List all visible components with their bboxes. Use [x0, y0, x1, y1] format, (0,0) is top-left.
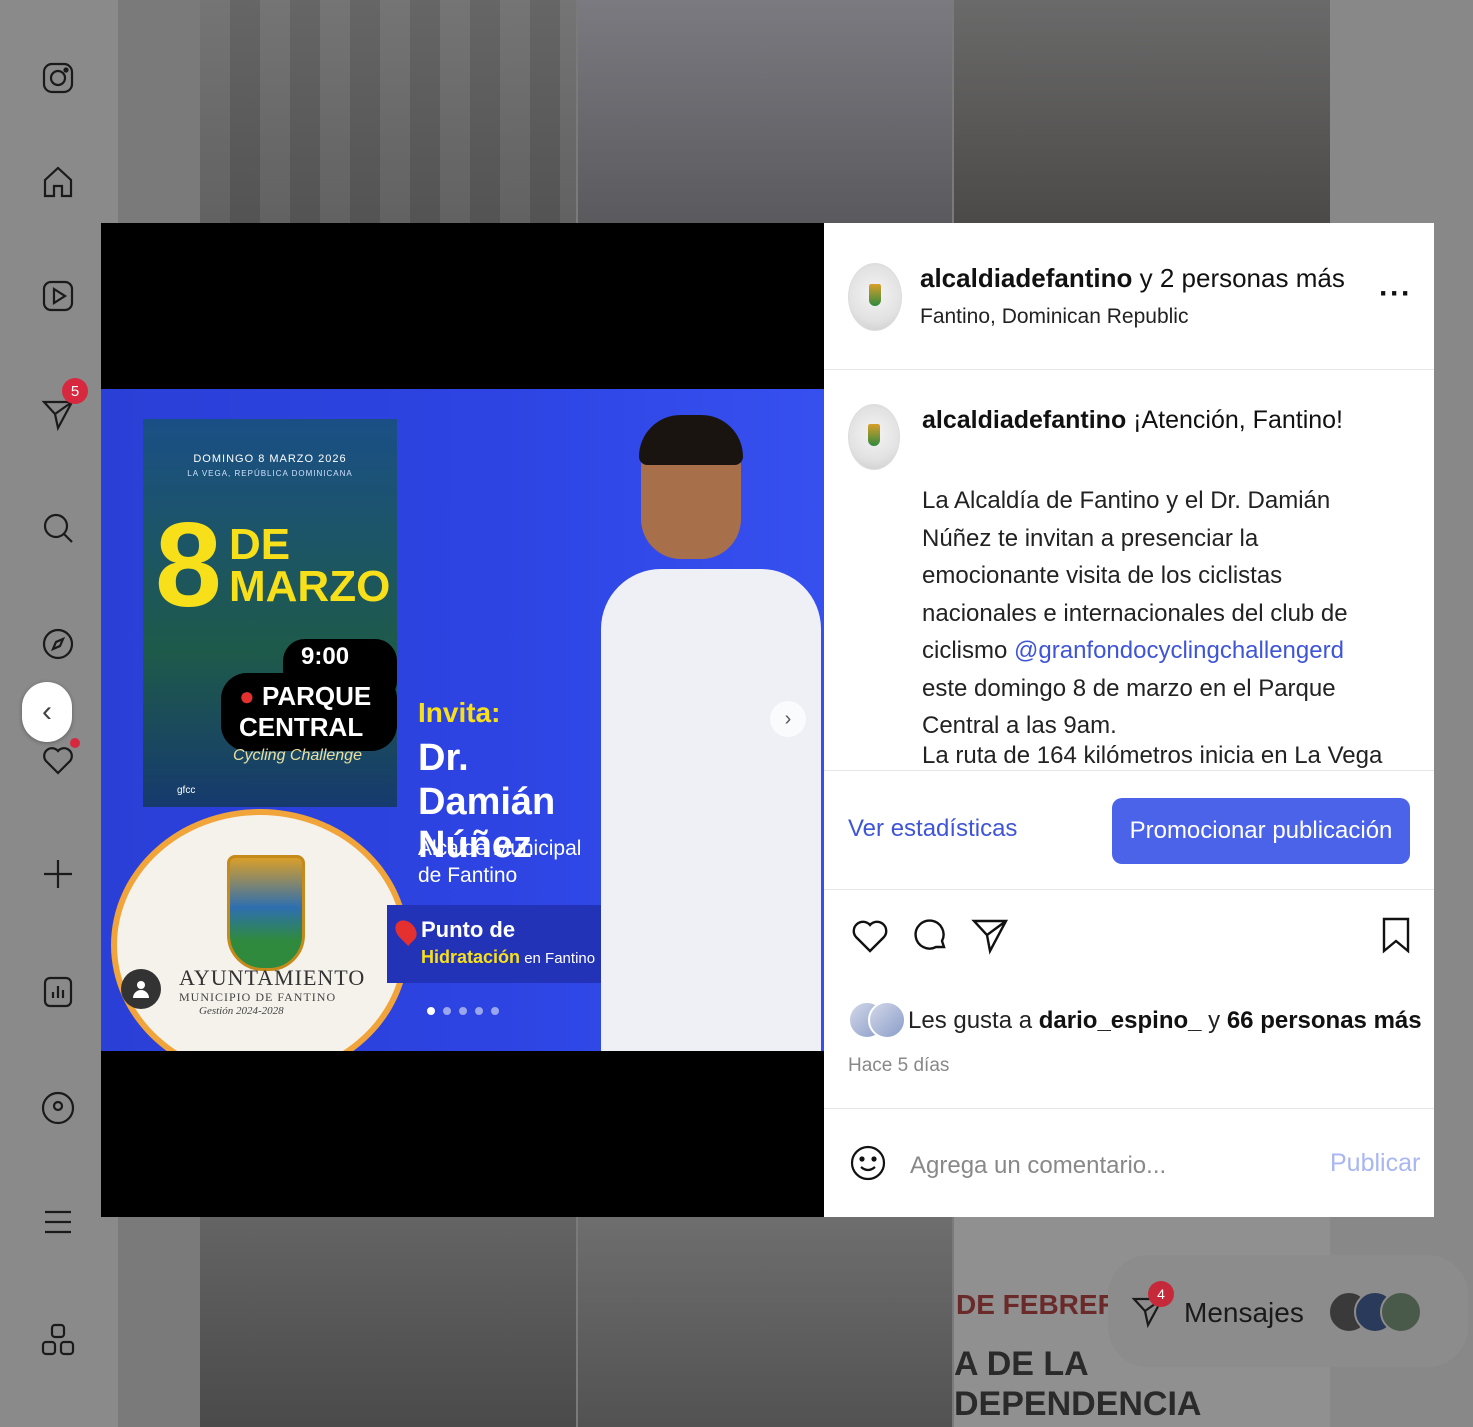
- profile-icon[interactable]: [36, 1086, 80, 1130]
- tile-text: A DE LA: [954, 1345, 1089, 1383]
- caption-body-2: La ruta de 164 kilómetros inicia en La V…: [922, 742, 1383, 769]
- grid-tile[interactable]: [200, 0, 576, 223]
- previous-post-button[interactable]: ‹: [22, 682, 72, 742]
- hydration-point: Punto de Hidratación en Fantino: [387, 905, 607, 983]
- pin-icon: [391, 916, 421, 946]
- grid-tile[interactable]: [954, 0, 1330, 223]
- menu-icon[interactable]: [36, 1200, 80, 1244]
- create-icon[interactable]: [36, 852, 80, 896]
- caption-headline-text: ¡Atención, Fantino!: [1126, 406, 1344, 434]
- poster-location-line: LA VEGA, REPÚBLICA DOMINICANA: [187, 469, 353, 478]
- explore-icon[interactable]: [36, 622, 80, 666]
- post-details-panel: alcaldiadefantino y 2 personas más Fanti…: [824, 223, 1434, 1217]
- carousel-dot: [459, 1007, 467, 1015]
- mention-link[interactable]: @granfondocyclingchallengerd: [1014, 637, 1344, 664]
- collab-suffix: y 2 personas más: [1132, 263, 1345, 293]
- owner-actions: Ver estadísticas Promocionar publicación: [824, 770, 1434, 890]
- promote-post-button[interactable]: Promocionar publicación: [1112, 798, 1410, 864]
- user-icon: [133, 981, 149, 998]
- comment-box: Publicar: [824, 1108, 1434, 1218]
- search-icon[interactable]: [36, 506, 80, 550]
- reels-icon[interactable]: [36, 274, 80, 318]
- caption-username[interactable]: alcaldiadefantino: [922, 406, 1126, 434]
- poster-footer: gfcc: [177, 785, 196, 796]
- likes-others-link[interactable]: 66 personas más: [1227, 1007, 1422, 1034]
- bookmark-icon[interactable]: [1374, 913, 1418, 957]
- chevron-right-icon: ›: [784, 707, 792, 730]
- messages-pill[interactable]: 4 Mensajes: [1108, 1255, 1468, 1367]
- carousel-dot: [443, 1007, 451, 1015]
- likes-text: Les gusta a dario_espino_ y 66 personas …: [908, 1007, 1422, 1035]
- caption-text: este domingo 8 de marzo en el Parque Cen…: [922, 674, 1336, 740]
- caption-body: La Alcaldía de Fantino y el Dr. Damián N…: [922, 482, 1392, 745]
- emoji-icon[interactable]: [848, 1143, 888, 1183]
- messages-badge: 5: [62, 378, 88, 404]
- event-poster: DOMINGO 8 MARZO 2026 LA VEGA, REPÚBLICA …: [143, 419, 397, 807]
- hydration-line-1: Punto de: [421, 917, 516, 942]
- comment-icon[interactable]: [908, 913, 952, 957]
- post-media: DOMINGO 8 MARZO 2026 LA VEGA, REPÚBLICA …: [101, 223, 824, 1217]
- avatar[interactable]: [848, 404, 900, 470]
- poster-challenge: Cycling Challenge: [233, 747, 362, 764]
- caption-headline: alcaldiadefantino ¡Atención, Fantino!: [922, 406, 1412, 435]
- post-actions: [824, 913, 1434, 973]
- more-icon[interactable]: [36, 1318, 80, 1362]
- avatar[interactable]: [848, 263, 902, 331]
- grid-tile[interactable]: [200, 1217, 576, 1427]
- likes-middle: y: [1201, 1007, 1227, 1034]
- post-author[interactable]: alcaldiadefantino y 2 personas más: [920, 263, 1345, 294]
- poster-day: 8: [155, 498, 222, 632]
- tagged-users-button[interactable]: [121, 969, 161, 1009]
- carousel-dot: [475, 1007, 483, 1015]
- messages-pill-badge: 4: [1148, 1281, 1174, 1307]
- poster-de: DE: [229, 520, 291, 569]
- invita-label: Invita:: [418, 697, 501, 728]
- home-icon[interactable]: [36, 160, 80, 204]
- chevron-left-icon: ‹: [42, 695, 52, 728]
- mayor-role: Alcalde Municipal de Fantino: [418, 837, 582, 888]
- author-username[interactable]: alcaldiadefantino: [920, 263, 1132, 293]
- avatar: [1380, 1291, 1422, 1333]
- view-insights-link[interactable]: Ver estadísticas: [848, 815, 1017, 843]
- publish-comment-button[interactable]: Publicar: [1330, 1149, 1420, 1178]
- grid-tile[interactable]: [578, 0, 952, 223]
- hydration-word: Hidratación: [421, 947, 521, 967]
- likes-user-link[interactable]: dario_espino_: [1039, 1007, 1202, 1034]
- post-image: DOMINGO 8 MARZO 2026 LA VEGA, REPÚBLICA …: [101, 389, 824, 1051]
- grid-tile[interactable]: [578, 1217, 952, 1427]
- crest-line-1: AYUNTAMIENTO: [179, 965, 366, 990]
- poster-place-label: PARQUE CENTRAL: [239, 681, 372, 742]
- post-caption: alcaldiadefantino ¡Atención, Fantino! La…: [824, 370, 1434, 770]
- more-options-button[interactable]: ···: [1379, 277, 1412, 311]
- crest-line-2: MUNICIPIO DE FANTINO: [179, 990, 337, 1004]
- carousel-dot: [491, 1007, 499, 1015]
- poster-month: MARZO: [229, 562, 391, 611]
- hydration-line-2: Hidratación en Fantino: [421, 947, 595, 968]
- carousel-next-button[interactable]: ›: [770, 701, 806, 737]
- avatar[interactable]: [868, 1001, 906, 1039]
- likes-prefix: Les gusta a: [908, 1007, 1039, 1034]
- comment-input[interactable]: [908, 1147, 1292, 1185]
- hydration-suffix: en Fantino: [520, 950, 596, 967]
- carousel-indicator: [427, 1007, 499, 1015]
- instagram-icon[interactable]: [36, 56, 80, 100]
- poster-date-line: DOMINGO 8 MARZO 2026: [193, 453, 347, 465]
- poster-place: ● PARQUE CENTRAL: [221, 673, 397, 751]
- likes-summary: Les gusta a dario_espino_ y 66 personas …: [848, 1001, 1428, 1041]
- like-icon[interactable]: [848, 913, 892, 957]
- post-timestamp[interactable]: Hace 5 días: [848, 1055, 949, 1077]
- post-location[interactable]: Fantino, Dominican Republic: [920, 305, 1188, 329]
- municipality-crest: AYUNTAMIENTO MUNICIPIO DE FANTINO Gestió…: [111, 809, 409, 1051]
- shield-icon: [227, 855, 305, 971]
- carousel-dot: [427, 1007, 435, 1015]
- post-header: alcaldiadefantino y 2 personas más Fanti…: [824, 223, 1434, 370]
- notifications-dot: [70, 738, 80, 748]
- dashboard-icon[interactable]: [36, 970, 80, 1014]
- crest-line-3: Gestión 2024-2028: [199, 1005, 284, 1017]
- messages-label: Mensajes: [1184, 1297, 1304, 1328]
- share-icon[interactable]: [968, 913, 1012, 957]
- tile-text: DEPENDENCIA: [954, 1385, 1202, 1423]
- pin-icon: ●: [239, 681, 255, 711]
